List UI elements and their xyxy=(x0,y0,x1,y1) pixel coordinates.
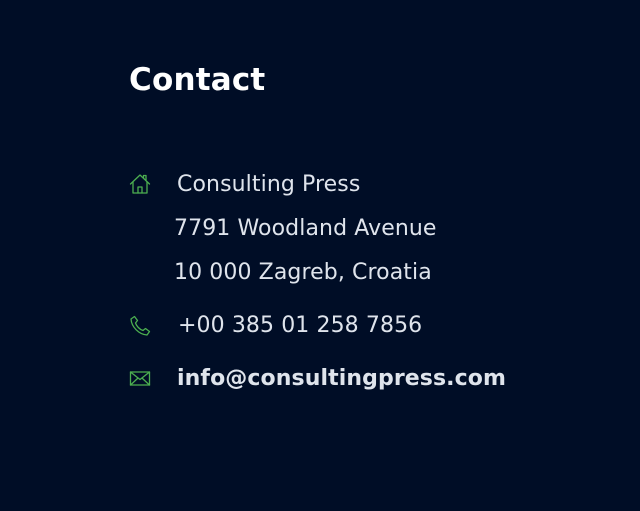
contact-section: Contact Consulting Press 7791 Woodland A… xyxy=(0,0,640,511)
phone-number[interactable]: +00 385 01 258 7856 xyxy=(178,313,422,338)
contact-heading: Contact xyxy=(129,62,266,98)
phone-icon xyxy=(128,314,152,338)
email-link[interactable]: info@consultingpress.com xyxy=(177,366,506,391)
home-icon xyxy=(128,172,152,196)
address-city: 10 000 Zagreb, Croatia xyxy=(174,260,432,285)
address-street: 7791 Woodland Avenue xyxy=(174,216,437,241)
address-company: Consulting Press xyxy=(177,172,361,197)
mail-icon xyxy=(128,366,152,390)
